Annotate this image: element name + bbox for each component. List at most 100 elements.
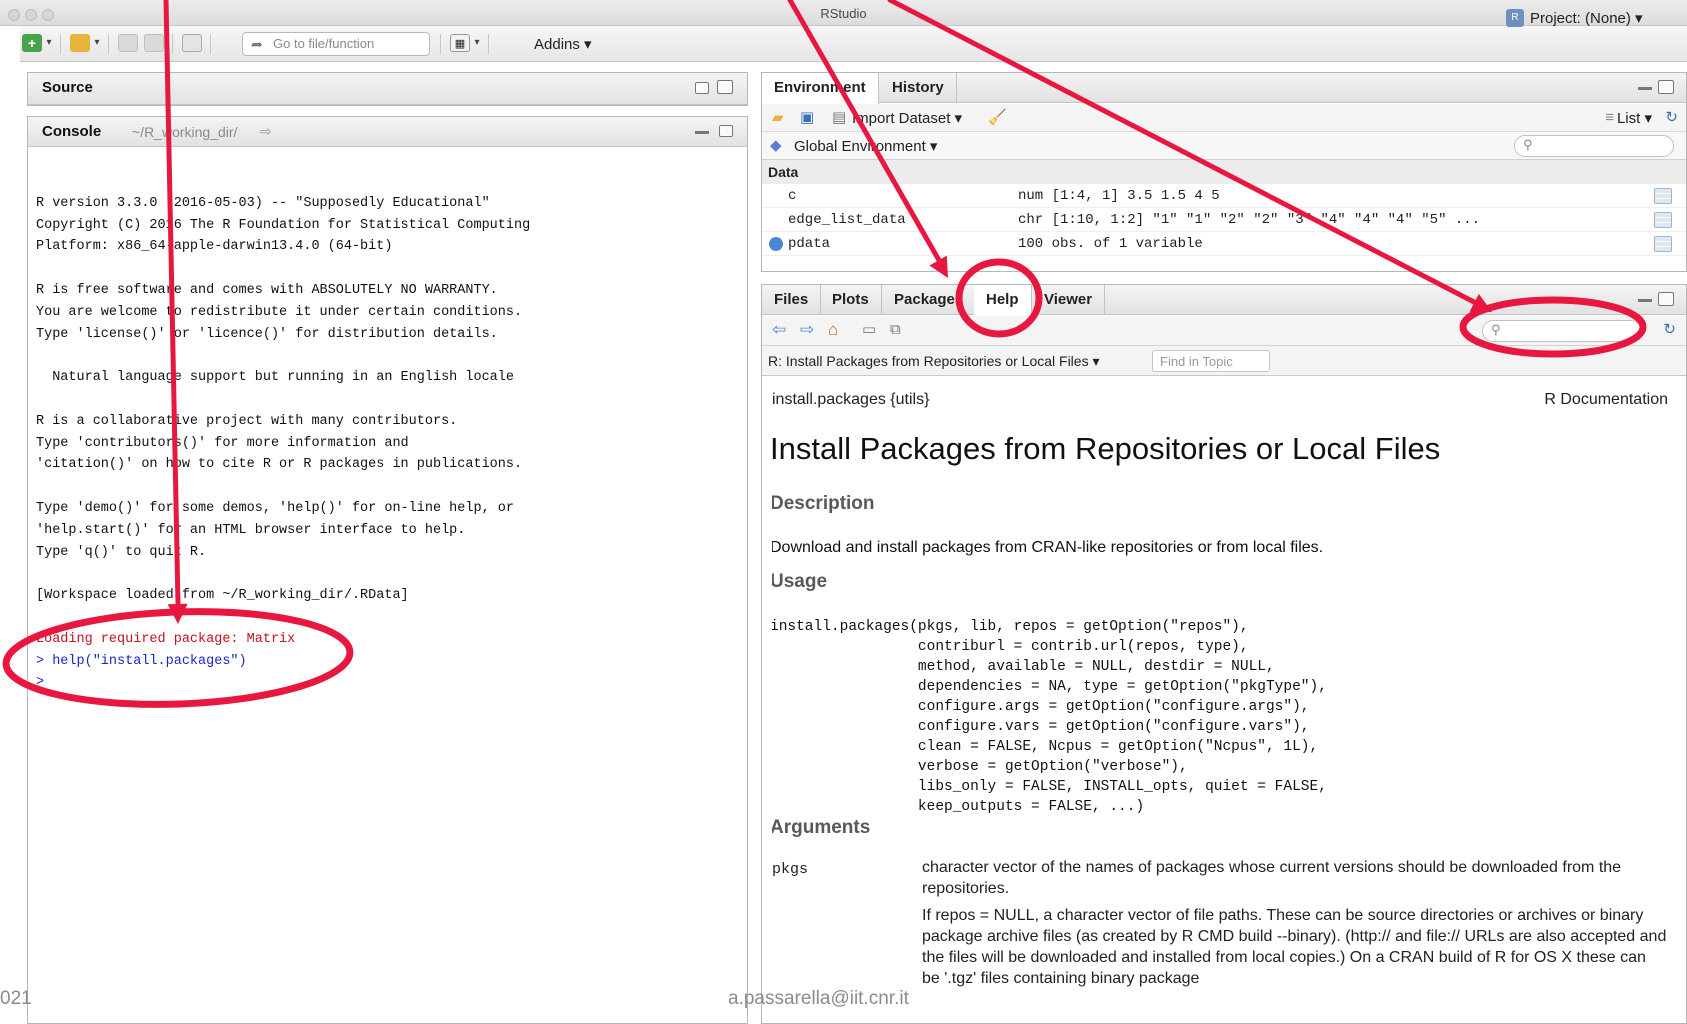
- list-view-icon: ≡: [1605, 109, 1614, 126]
- help-toolbar: ⇦ ⇨ ⌂ ▭ ⧉ ⚲ ↻: [762, 316, 1686, 346]
- tab-environment[interactable]: Environment: [762, 73, 879, 104]
- view-data-icon[interactable]: [1654, 236, 1672, 252]
- console-working-dir[interactable]: ~/R_working_dir/: [132, 124, 237, 140]
- environment-row[interactable]: pdata 100 obs. of 1 variable: [762, 232, 1686, 256]
- doc-usage-code: install.packages(pkgs, lib, repos = getO…: [772, 619, 1327, 815]
- environment-row-name: pdata: [788, 236, 831, 252]
- view-data-icon[interactable]: [1654, 188, 1672, 204]
- chevron-down-icon[interactable]: ▾: [92, 34, 102, 52]
- search-icon: ⚲: [1491, 322, 1501, 337]
- open-project-icon[interactable]: [70, 34, 90, 52]
- console-pane: Console ~/R_working_dir/ ⇨ R version 3.3…: [27, 116, 748, 1024]
- goto-arrow-icon: ➦: [251, 36, 263, 52]
- environment-toolbar: ▰ ▣ ▤ Import Dataset ▾ 🧹 ≡ List ▾ ↻: [762, 104, 1686, 132]
- tab-help[interactable]: Help: [974, 285, 1032, 316]
- minimize-pane-icon[interactable]: [1638, 299, 1652, 302]
- save-icon[interactable]: [118, 34, 138, 52]
- environment-row-value: 100 obs. of 1 variable: [1018, 236, 1203, 252]
- help-topic-menu[interactable]: R: Install Packages from Repositories or…: [768, 353, 1100, 370]
- search-icon: ⚲: [1523, 137, 1533, 152]
- console-line: Copyright (C) 2016 The R Foundation for …: [36, 217, 531, 233]
- environment-search-input[interactable]: ⚲: [1514, 135, 1674, 157]
- toolbar-separator: [440, 34, 441, 54]
- project-menu[interactable]: Project: (None) ▾: [1530, 9, 1643, 27]
- chevron-down-icon[interactable]: ▾: [472, 34, 482, 52]
- minimize-pane-icon[interactable]: [695, 131, 709, 134]
- console-pane-title[interactable]: Console: [42, 123, 101, 140]
- find-in-topic-input[interactable]: Find in Topic: [1152, 350, 1270, 372]
- view-data-icon[interactable]: [1654, 212, 1672, 228]
- open-in-window-icon[interactable]: ⧉: [890, 321, 901, 339]
- environment-row[interactable]: c num [1:4, 1] 3.5 1.5 4 5: [762, 184, 1686, 208]
- window-title: RStudio: [820, 6, 867, 21]
- restore-pane-icon[interactable]: [695, 82, 709, 94]
- tab-history[interactable]: History: [880, 73, 957, 103]
- console-line: R version 3.3.0 (2016-05-03) -- "Suppose…: [36, 195, 490, 211]
- toolbar-separator: [60, 34, 61, 54]
- forward-icon[interactable]: ⇨: [800, 321, 814, 339]
- console-line: Loading required package: Matrix: [36, 631, 296, 647]
- grid-layout-icon[interactable]: ▦: [450, 34, 470, 52]
- broom-icon[interactable]: 🧹: [988, 109, 1007, 127]
- help-pane-header: Files Plots Packages Help Viewer: [762, 285, 1686, 316]
- console-line: You are welcome to redistribute it under…: [36, 304, 523, 320]
- main-toolbar: + ▾ ▾ ➦ Go to file/function ▦ ▾ Addins ▾: [20, 26, 1687, 62]
- load-workspace-icon[interactable]: ▰: [772, 109, 784, 127]
- print-icon[interactable]: [182, 34, 202, 52]
- footer-email: a.passarella@iit.cnr.it: [728, 988, 909, 1009]
- doc-arguments-heading: Arguments: [772, 817, 871, 838]
- toolbar-separator: [210, 34, 211, 54]
- environment-row[interactable]: edge_list_data chr [1:10, 1:2] "1" "1" "2…: [762, 208, 1686, 232]
- new-file-icon[interactable]: +: [22, 34, 42, 52]
- console-output[interactable]: R version 3.3.0 (2016-05-03) -- "Suppose…: [36, 171, 747, 694]
- doc-package-label: install.packages {utils}: [772, 391, 930, 408]
- maximize-pane-icon[interactable]: [1658, 80, 1674, 94]
- environment-section-header: Data: [762, 160, 1686, 184]
- home-icon[interactable]: ⌂: [828, 321, 838, 339]
- goto-dir-arrow-icon[interactable]: ⇨: [260, 123, 272, 140]
- tab-packages[interactable]: Packages: [882, 285, 977, 315]
- doc-description-heading: Description: [772, 493, 875, 514]
- print-icon[interactable]: ▭: [862, 321, 876, 339]
- tab-viewer[interactable]: Viewer: [1032, 285, 1106, 315]
- environment-row-name: edge_list_data: [788, 212, 906, 228]
- chevron-down-icon[interactable]: ▾: [44, 34, 54, 52]
- toolbar-separator: [488, 34, 489, 54]
- tab-files[interactable]: Files: [762, 285, 822, 315]
- expand-icon[interactable]: [769, 237, 783, 251]
- help-topic-bar: R: Install Packages from Repositories or…: [762, 346, 1686, 376]
- refresh-icon[interactable]: ↻: [1665, 109, 1678, 127]
- save-all-icon[interactable]: [144, 34, 164, 52]
- console-line: 'help.start()' for an HTML browser inter…: [36, 522, 466, 538]
- maximize-pane-icon[interactable]: [1658, 292, 1674, 306]
- console-line: Type 'license()' or 'licence()' for dist…: [36, 326, 498, 342]
- doc-r-documentation-label: R Documentation: [1544, 391, 1668, 408]
- toolbar-separator: [172, 34, 173, 54]
- tab-plots[interactable]: Plots: [820, 285, 882, 315]
- goto-file-input[interactable]: ➦ Go to file/function: [242, 32, 430, 56]
- global-environment-menu[interactable]: Global Environment ▾: [794, 137, 937, 155]
- refresh-icon[interactable]: ↻: [1663, 321, 1676, 339]
- doc-title: Install Packages from Repositories or Lo…: [772, 431, 1441, 466]
- title-bar: RStudio: [0, 0, 1687, 26]
- environment-pane: Environment History ▰ ▣ ▤ Import Dataset…: [761, 72, 1687, 272]
- back-icon[interactable]: ⇦: [772, 321, 786, 339]
- list-view-menu[interactable]: List ▾: [1617, 109, 1652, 127]
- console-line: > help("install.packages"): [36, 653, 247, 669]
- source-pane-title[interactable]: Source: [42, 79, 93, 96]
- restore-pane-icon[interactable]: [719, 125, 733, 137]
- addins-menu[interactable]: Addins ▾: [534, 35, 592, 53]
- minimize-pane-icon[interactable]: [1638, 87, 1652, 90]
- import-dataset-button[interactable]: Import Dataset ▾: [852, 109, 962, 127]
- maximize-pane-icon[interactable]: [717, 80, 733, 94]
- doc-arg-description-extra: If repos = NULL, a character vector of f…: [922, 907, 1667, 987]
- save-workspace-icon[interactable]: ▣: [800, 109, 814, 127]
- source-pane: Source: [27, 72, 748, 106]
- environment-row-value: chr [1:10, 1:2] "1" "1" "2" "2" "3" "4" …: [1018, 212, 1481, 228]
- doc-usage-heading: Usage: [772, 571, 828, 592]
- project-icon: R: [1506, 9, 1524, 27]
- help-search-input[interactable]: ⚲: [1482, 320, 1642, 342]
